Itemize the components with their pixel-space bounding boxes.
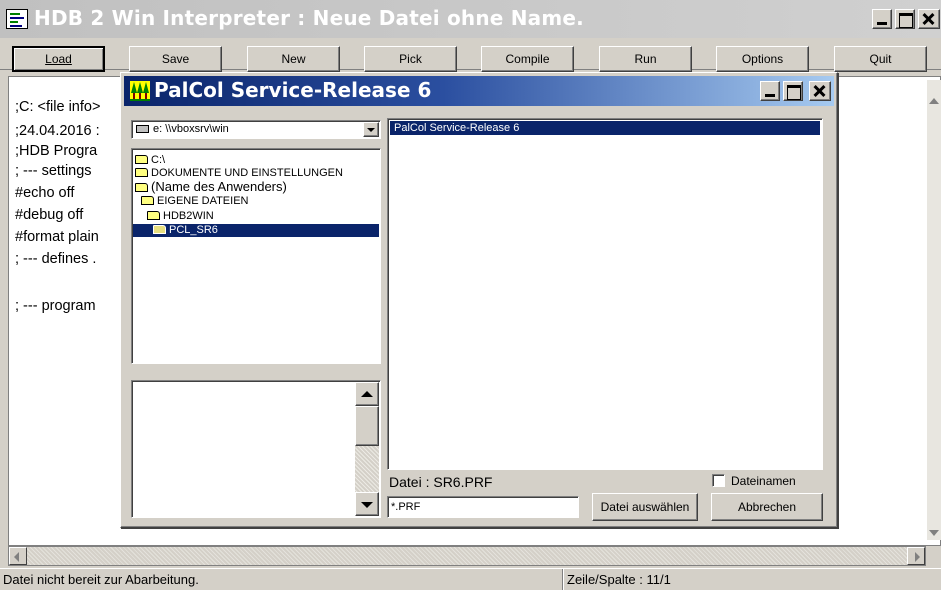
folder-item[interactable]: (Name des Anwenders) bbox=[135, 180, 287, 193]
scroll-down-icon[interactable] bbox=[929, 530, 939, 536]
list-scroll-thumb[interactable] bbox=[355, 406, 379, 446]
scroll-right-button[interactable] bbox=[907, 547, 925, 565]
filenames-checkbox[interactable] bbox=[712, 474, 725, 487]
folder-open-icon bbox=[135, 168, 148, 177]
editor-line: ;HDB Progra bbox=[15, 143, 98, 159]
toolbar: Load Save New Pick Compile Run Options Q… bbox=[0, 38, 941, 72]
run-button[interactable]: Run bbox=[599, 46, 692, 72]
editor-line: #echo off bbox=[15, 185, 75, 201]
editor-line: ; --- settings bbox=[15, 163, 92, 179]
status-message: Datei nicht bereit zur Abarbeitung. bbox=[3, 572, 199, 587]
drive-icon bbox=[136, 125, 149, 133]
editor-vertical-scrollbar[interactable] bbox=[927, 80, 941, 540]
drive-value: e: \\vboxsrv\win bbox=[153, 123, 229, 135]
save-button[interactable]: Save bbox=[129, 46, 222, 72]
editor-line: ;24.04.2016 : bbox=[15, 123, 100, 139]
app-icon bbox=[6, 9, 28, 29]
close-button[interactable] bbox=[918, 9, 940, 29]
secondary-list[interactable] bbox=[131, 380, 381, 518]
chevron-down-icon bbox=[367, 128, 375, 132]
new-label: New bbox=[281, 52, 306, 66]
folder-open-icon bbox=[135, 155, 148, 164]
arrow-down-icon bbox=[361, 502, 373, 508]
cancel-button[interactable]: Abbrechen bbox=[711, 493, 823, 521]
file-dialog: PalCol Service-Release 6 e: \\vboxsrv\wi… bbox=[120, 72, 838, 528]
drive-select[interactable]: e: \\vboxsrv\win bbox=[131, 120, 381, 139]
folder-list[interactable]: C:\ DOKUMENTE UND EINSTELLUNGEN (Name de… bbox=[131, 148, 381, 364]
dialog-close-button[interactable] bbox=[809, 81, 831, 101]
compile-label: Compile bbox=[505, 52, 550, 66]
scroll-up-icon[interactable] bbox=[929, 98, 939, 104]
pick-label: Pick bbox=[399, 52, 422, 66]
editor-line: #format plain bbox=[15, 229, 99, 245]
file-item-selected[interactable]: PalCol Service-Release 6 bbox=[390, 121, 820, 135]
maximize-button[interactable] bbox=[895, 9, 915, 29]
list-scrollbar[interactable] bbox=[355, 382, 379, 516]
arrow-up-icon bbox=[361, 391, 373, 397]
options-label: Options bbox=[741, 52, 784, 66]
dialog-titlebar: PalCol Service-Release 6 bbox=[124, 76, 834, 106]
editor-line: ;C: <file info> bbox=[15, 99, 101, 115]
file-name-label: Datei : SR6.PRF bbox=[389, 474, 493, 490]
folder-open-icon bbox=[135, 183, 148, 192]
main-titlebar: HDB 2 Win Interpreter : Neue Datei ohne … bbox=[0, 0, 941, 38]
drive-dropdown-button[interactable] bbox=[363, 122, 379, 137]
window-title: HDB 2 Win Interpreter : Neue Datei ohne … bbox=[34, 6, 584, 30]
filter-value: *.PRF bbox=[391, 501, 421, 513]
list-scroll-up-button[interactable] bbox=[355, 382, 379, 406]
folder-item[interactable]: C:\ bbox=[135, 154, 165, 167]
run-label: Run bbox=[634, 52, 657, 66]
file-list[interactable]: PalCol Service-Release 6 bbox=[387, 118, 823, 470]
save-label: Save bbox=[161, 52, 190, 66]
folder-open-icon bbox=[153, 225, 166, 234]
load-button[interactable]: Load bbox=[12, 46, 105, 72]
arrow-left-icon bbox=[14, 552, 19, 562]
compile-button[interactable]: Compile bbox=[481, 46, 574, 72]
filter-input[interactable]: *.PRF bbox=[387, 496, 579, 518]
dialog-maximize-button[interactable] bbox=[783, 81, 803, 101]
filenames-checkbox-label: Dateinamen bbox=[731, 474, 796, 488]
folder-item[interactable]: EIGENE DATEIEN bbox=[141, 195, 248, 208]
editor-line: ; --- defines . bbox=[15, 251, 97, 267]
select-file-button[interactable]: Datei auswählen bbox=[592, 493, 698, 521]
folder-item[interactable]: HDB2WIN bbox=[147, 210, 214, 223]
quit-button[interactable]: Quit bbox=[834, 46, 927, 72]
pick-button[interactable]: Pick bbox=[364, 46, 457, 72]
minimize-button[interactable] bbox=[872, 9, 892, 29]
editor-line: #debug off bbox=[15, 207, 84, 223]
main-window: HDB 2 Win Interpreter : Neue Datei ohne … bbox=[0, 0, 941, 590]
quit-label: Quit bbox=[869, 52, 892, 66]
status-bar: Datei nicht bereit zur Abarbeitung. Zeil… bbox=[0, 568, 941, 590]
list-scroll-down-button[interactable] bbox=[355, 492, 379, 516]
cursor-position: Zeile/Spalte : 11/1 bbox=[567, 572, 671, 587]
folder-item-selected[interactable]: PCL_SR6 bbox=[133, 224, 379, 237]
tree-icon bbox=[130, 81, 150, 101]
arrow-right-icon bbox=[915, 552, 920, 562]
options-button[interactable]: Options bbox=[716, 46, 809, 72]
dialog-title: PalCol Service-Release 6 bbox=[154, 78, 432, 102]
scroll-left-button[interactable] bbox=[9, 547, 27, 565]
dialog-minimize-button[interactable] bbox=[760, 81, 780, 101]
editor-line: ; --- program bbox=[15, 298, 96, 314]
folder-open-icon bbox=[141, 196, 154, 205]
folder-open-icon bbox=[147, 211, 160, 220]
new-button[interactable]: New bbox=[247, 46, 340, 72]
editor-horizontal-scrollbar[interactable] bbox=[8, 546, 926, 566]
load-label: Load bbox=[45, 52, 72, 66]
status-separator bbox=[562, 569, 564, 590]
